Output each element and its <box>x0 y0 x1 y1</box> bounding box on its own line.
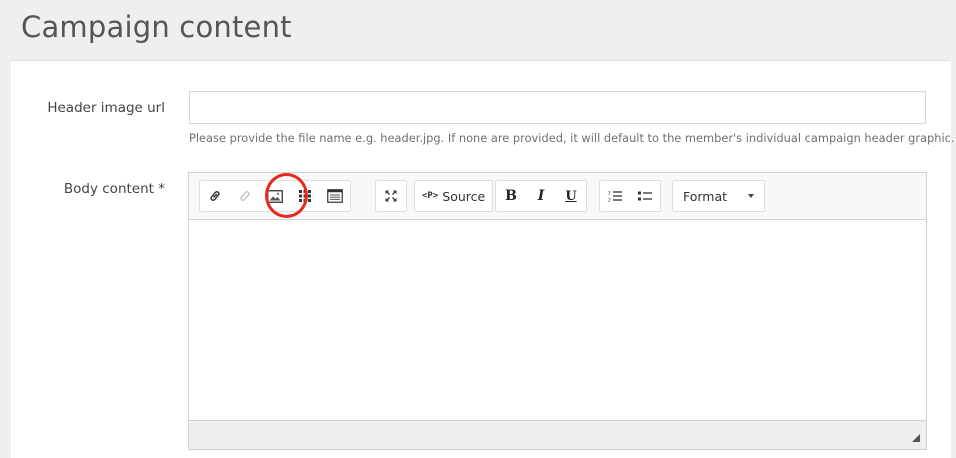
underline-label: U <box>565 188 577 204</box>
maximize-icon <box>385 190 397 202</box>
editor-status-bar <box>189 421 926 449</box>
editor-content-area[interactable] <box>189 220 926 421</box>
template-button[interactable] <box>320 181 350 211</box>
table-icon <box>299 190 311 202</box>
header-image-url-label: Header image url <box>47 100 165 116</box>
basic-styles-group: B I U <box>495 180 587 212</box>
maximize-button[interactable] <box>376 181 406 211</box>
format-dropdown[interactable]: Format <box>673 181 764 211</box>
underline-button[interactable]: U <box>556 181 586 211</box>
svg-text:2: 2 <box>608 198 611 203</box>
numbered-list-icon: 1 2 <box>608 191 622 203</box>
unlink-icon <box>240 191 250 201</box>
list-group: 1 2 <box>599 180 661 212</box>
page-title: Campaign content <box>21 10 292 44</box>
bold-button[interactable]: B <box>496 181 526 211</box>
format-label: Format <box>683 188 728 204</box>
svg-text:1: 1 <box>608 191 611 197</box>
maximize-group <box>375 180 407 212</box>
link-icon <box>210 191 220 201</box>
editor-toolbar: <P> Source B I U 1 2 Format <box>189 173 926 220</box>
image-button[interactable] <box>260 181 290 211</box>
source-button[interactable]: <P> Source <box>415 181 492 211</box>
link-group <box>199 180 351 212</box>
bold-label: B <box>505 188 517 204</box>
format-group: Format <box>672 180 765 212</box>
resize-handle-icon[interactable] <box>912 434 920 442</box>
template-icon <box>327 189 343 203</box>
bulleted-list-button[interactable] <box>630 181 660 211</box>
chevron-down-icon <box>748 194 754 198</box>
numbered-list-button[interactable]: 1 2 <box>600 181 630 211</box>
header-image-url-input[interactable] <box>189 91 926 124</box>
image-icon <box>267 189 283 203</box>
table-button[interactable] <box>290 181 320 211</box>
bulleted-list-icon <box>638 191 652 201</box>
italic-button[interactable]: I <box>526 181 556 211</box>
source-label: Source <box>442 188 486 204</box>
source-group: <P> Source <box>414 180 494 212</box>
italic-label: I <box>537 188 545 204</box>
rich-text-editor: <P> Source B I U 1 2 Format <box>188 172 927 450</box>
header-image-help-text: Please provide the file name e.g. header… <box>189 131 955 145</box>
unlink-button[interactable] <box>230 181 260 211</box>
source-tag: <P> <box>422 191 439 201</box>
link-button[interactable] <box>200 181 230 211</box>
body-content-label: Body content * <box>63 181 165 197</box>
